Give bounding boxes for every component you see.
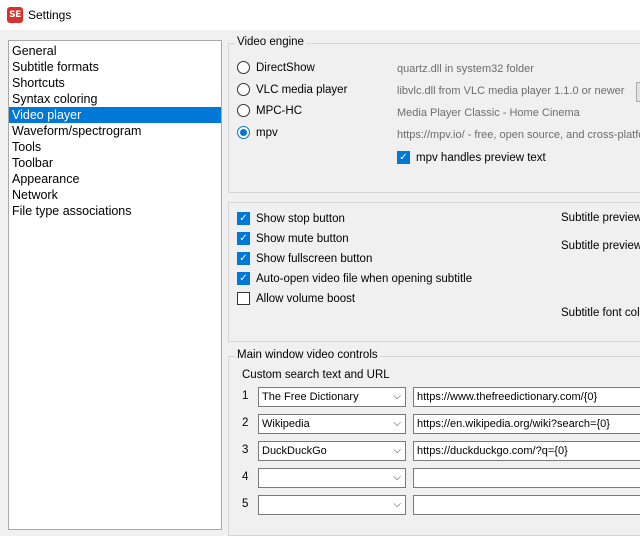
row-number: 3 xyxy=(242,444,249,456)
combo-value: The Free Dictionary xyxy=(262,391,359,403)
chevron-down-icon: ⌵ xyxy=(393,499,401,510)
nav-item-waveform-spectrogram[interactable]: Waveform/spectrogram xyxy=(9,123,221,139)
row-number: 1 xyxy=(242,390,249,402)
custom-search-label: Custom search text and URL xyxy=(242,369,390,381)
show-mute-button-checkbox[interactable]: ✓ Show mute button xyxy=(237,232,349,245)
vlc-description: libvlc.dll from VLC media player 1.1.0 o… xyxy=(397,85,625,97)
vlc-settings-button[interactable] xyxy=(636,82,640,102)
subtitle-preview-label: Subtitle preview xyxy=(561,212,640,224)
nav-item-video-player[interactable]: Video player xyxy=(9,107,221,123)
show-stop-button-checkbox[interactable]: ✓ Show stop button xyxy=(237,212,345,225)
window-title: Settings xyxy=(28,8,72,22)
chevron-down-icon: ⌵ xyxy=(393,472,401,483)
checkbox-icon[interactable]: ✓ xyxy=(237,252,250,265)
checkbox-icon[interactable] xyxy=(237,292,250,305)
radio-label: DirectShow xyxy=(256,61,315,74)
nav-item-network[interactable]: Network xyxy=(9,187,221,203)
nav-item-general[interactable]: General xyxy=(9,43,221,59)
search-row-2: 2 Wikipedia ⌵ https://en.wikipedia.org/w… xyxy=(242,414,640,434)
checkbox-icon[interactable]: ✓ xyxy=(237,212,250,225)
nav-item-shortcuts[interactable]: Shortcuts xyxy=(9,75,221,91)
search-row-5: 5 ⌵ xyxy=(242,495,640,515)
search-engine-combo[interactable]: Wikipedia ⌵ xyxy=(258,414,406,434)
combo-value: Wikipedia xyxy=(262,418,310,430)
mpv-preview-checkbox[interactable]: ✓ mpv handles preview text xyxy=(397,151,546,164)
row-number: 5 xyxy=(242,498,249,510)
nav-item-syntax-coloring[interactable]: Syntax coloring xyxy=(9,91,221,107)
checkbox-label: Show stop button xyxy=(256,212,345,225)
row-number: 4 xyxy=(242,471,249,483)
search-url-input[interactable] xyxy=(413,495,640,515)
auto-open-video-checkbox[interactable]: ✓ Auto-open video file when opening subt… xyxy=(237,272,472,285)
app-icon: SE xyxy=(7,7,23,23)
chevron-down-icon: ⌵ xyxy=(393,391,401,402)
nav-item-appearance[interactable]: Appearance xyxy=(9,171,221,187)
checkbox-label: Show fullscreen button xyxy=(256,252,373,265)
mpv-description: https://mpv.io/ - free, open source, and… xyxy=(397,129,640,141)
allow-volume-boost-checkbox[interactable]: Allow volume boost xyxy=(237,292,355,305)
search-engine-combo[interactable]: ⌵ xyxy=(258,468,406,488)
radio-label: MPC-HC xyxy=(256,104,302,117)
radio-button[interactable] xyxy=(237,126,250,139)
show-fullscreen-button-checkbox[interactable]: ✓ Show fullscreen button xyxy=(237,252,372,265)
mpc-hc-description: Media Player Classic - Home Cinema xyxy=(397,107,580,119)
search-row-3: 3 DuckDuckGo ⌵ https://duckduckgo.com/?q… xyxy=(242,441,640,461)
search-url-input[interactable]: https://duckduckgo.com/?q={0} xyxy=(413,441,640,461)
nav-item-toolbar[interactable]: Toolbar xyxy=(9,155,221,171)
nav-item-file-type-associations[interactable]: File type associations xyxy=(9,203,221,219)
settings-nav-list[interactable]: General Subtitle formats Shortcuts Synta… xyxy=(8,40,222,530)
checkbox-icon[interactable]: ✓ xyxy=(237,272,250,285)
search-row-1: 1 The Free Dictionary ⌵ https://www.thef… xyxy=(242,387,640,407)
radio-button[interactable] xyxy=(237,83,250,96)
search-engine-combo[interactable]: ⌵ xyxy=(258,495,406,515)
video-engine-title: Video engine xyxy=(235,36,306,48)
subtitle-preview-label-2: Subtitle preview xyxy=(561,240,640,252)
search-url-input[interactable]: https://en.wikipedia.org/wiki?search={0} xyxy=(413,414,640,434)
subtitle-font-color-label: Subtitle font colo xyxy=(561,307,640,319)
title-bar: SE Settings xyxy=(0,0,640,30)
radio-vlc[interactable]: VLC media player xyxy=(237,83,347,96)
radio-directshow[interactable]: DirectShow xyxy=(237,61,315,74)
checkbox-label: Auto-open video file when opening subtit… xyxy=(256,272,473,285)
checkbox-label: mpv handles preview text xyxy=(416,151,546,164)
directshow-description: quartz.dll in system32 folder xyxy=(397,63,534,75)
main-window-video-controls-title: Main window video controls xyxy=(235,349,380,361)
chevron-down-icon: ⌵ xyxy=(393,445,401,456)
nav-item-tools[interactable]: Tools xyxy=(9,139,221,155)
chevron-down-icon: ⌵ xyxy=(393,418,401,429)
radio-label: VLC media player xyxy=(256,83,348,96)
radio-label: mpv xyxy=(256,126,278,139)
search-url-input[interactable]: https://www.thefreedictionary.com/{0} xyxy=(413,387,640,407)
row-number: 2 xyxy=(242,417,249,429)
combo-value: DuckDuckGo xyxy=(262,445,327,457)
search-row-4: 4 ⌵ xyxy=(242,468,640,488)
search-engine-combo[interactable]: DuckDuckGo ⌵ xyxy=(258,441,406,461)
radio-mpc-hc[interactable]: MPC-HC xyxy=(237,104,302,117)
search-url-input[interactable] xyxy=(413,468,640,488)
search-engine-combo[interactable]: The Free Dictionary ⌵ xyxy=(258,387,406,407)
checkbox-label: Allow volume boost xyxy=(256,292,356,305)
checkbox-icon[interactable]: ✓ xyxy=(397,151,410,164)
radio-mpv[interactable]: mpv xyxy=(237,126,278,139)
checkbox-label: Show mute button xyxy=(256,232,349,245)
checkbox-icon[interactable]: ✓ xyxy=(237,232,250,245)
radio-button[interactable] xyxy=(237,61,250,74)
nav-item-subtitle-formats[interactable]: Subtitle formats xyxy=(9,59,221,75)
radio-button[interactable] xyxy=(237,104,250,117)
